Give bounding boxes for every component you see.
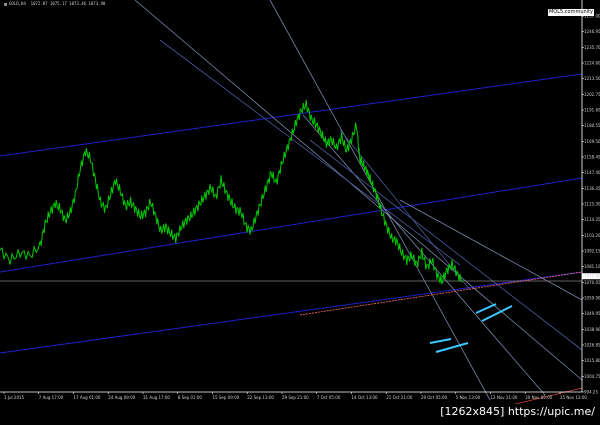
x-tick-label: 8 Sep 01:00 bbox=[178, 395, 203, 400]
x-tick-label: 22 Sep 13:00 bbox=[247, 395, 274, 400]
y-tick-label: 1004.75 bbox=[584, 374, 600, 379]
symbol-line: GOLD,H4 1072.87 1075.17 1073.46 1073.90 bbox=[9, 1, 106, 6]
watermark: [1262x845] https://upic.me/ bbox=[437, 404, 598, 419]
x-tick-label: 17 Aug 01:00 bbox=[74, 395, 101, 400]
channel-line-lower[interactable] bbox=[0, 271, 583, 354]
x-tick-label: 31 Aug 17:00 bbox=[143, 395, 170, 400]
price-line bbox=[0, 99, 463, 285]
cyan-marker-1[interactable] bbox=[475, 303, 497, 314]
y-tick-label: 1224.60 bbox=[584, 61, 600, 66]
y-tick-label: 1180.55 bbox=[584, 123, 600, 128]
y-tick-label: 1114.25 bbox=[584, 217, 600, 222]
y-tick-label: 1070.05 bbox=[584, 280, 600, 285]
y-tick-label: 1158.45 bbox=[584, 155, 600, 160]
y-tick-label: 1202.75 bbox=[584, 92, 600, 97]
y-tick-label: 1081.10 bbox=[584, 264, 600, 269]
y-tick-label: 1147.40 bbox=[584, 170, 600, 175]
y-tick-label: 1136.35 bbox=[584, 186, 600, 191]
channel-line-upper[interactable] bbox=[0, 73, 583, 157]
chart-canvas[interactable]: 1257.001246.951235.701224.601213.501202.… bbox=[0, 0, 600, 421]
channel-line-middle[interactable] bbox=[0, 177, 583, 273]
x-tick-label: 29 Oct 05:00 bbox=[421, 395, 448, 400]
trendline-d[interactable] bbox=[309, 139, 583, 351]
trendline-a[interactable] bbox=[134, 0, 583, 381]
x-tick-label: 12 Nov 21:00 bbox=[491, 395, 518, 400]
y-tick-label: 994.25 bbox=[584, 390, 598, 395]
trendline-c[interactable] bbox=[302, 114, 546, 396]
y-tick-label: 1038.90 bbox=[584, 327, 600, 332]
x-tick-label: 25 Nov 13:00 bbox=[560, 395, 587, 400]
x-tick-label: 1 Jul 2015 bbox=[4, 395, 25, 400]
x-tick-label: 21 Oct 21:00 bbox=[386, 395, 413, 400]
broker-tag: MQL5.community bbox=[547, 9, 594, 16]
y-tick-label: 1125.30 bbox=[584, 202, 600, 207]
x-tick-label: 14 Oct 13:00 bbox=[352, 395, 379, 400]
current-price-label: 1073.90 bbox=[584, 274, 600, 279]
x-tick-label: 29 Sep 21:00 bbox=[282, 395, 309, 400]
x-tick-label: 7 Aug 17:00 bbox=[39, 395, 64, 400]
x-tick-label: 20 Nov 05:00 bbox=[525, 395, 552, 400]
y-tick-label: 1246.95 bbox=[584, 29, 600, 34]
x-tick-label: 5 Nov 13:00 bbox=[456, 395, 481, 400]
x-tick-label: 15 Sep 09:00 bbox=[213, 395, 240, 400]
y-tick-label: 1103.20 bbox=[584, 233, 600, 238]
y-tick-label: 1026.85 bbox=[584, 343, 600, 348]
x-tick-label: 24 Aug 09:00 bbox=[108, 395, 135, 400]
y-tick-label: 1191.60 bbox=[584, 108, 600, 113]
y-tick-label: 1015.80 bbox=[584, 358, 600, 363]
y-tick-label: 1059.00 bbox=[584, 296, 600, 301]
y-axis-labels: 1257.001246.951235.701224.601213.501202.… bbox=[582, 14, 600, 395]
symbol-header: GOLD,H4 1072.87 1075.17 1073.46 1073.90 bbox=[4, 1, 105, 6]
price-chart[interactable]: 1257.00 1246.95 1235.70 1224.60 1213.50 1202.… bbox=[0, 0, 600, 421]
y-tick-label: 1049.95 bbox=[584, 311, 600, 316]
x-axis-labels: 1 Jul 2015 7 Aug 17:00 17 Aug 01:00 24 Aug … bbox=[3, 392, 587, 400]
y-tick-label: 1235.70 bbox=[584, 45, 600, 50]
chart-icon bbox=[4, 2, 7, 6]
trendline-e[interactable] bbox=[159, 39, 461, 266]
trendline-b[interactable] bbox=[269, 0, 491, 401]
y-tick-label: 1169.50 bbox=[584, 139, 600, 144]
y-tick-label: 1213.50 bbox=[584, 76, 600, 81]
y-tick-label: 1092.15 bbox=[584, 249, 600, 254]
x-tick-label: 7 Oct 05:00 bbox=[317, 395, 341, 400]
cyan-marker-3[interactable] bbox=[429, 338, 452, 344]
